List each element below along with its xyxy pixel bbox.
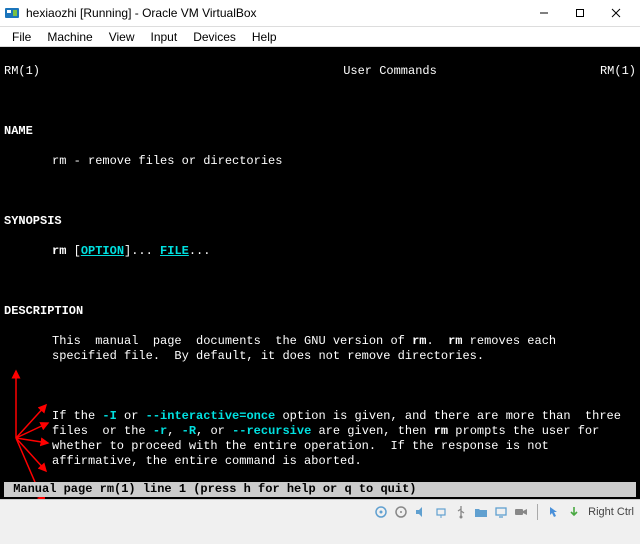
man-statusline: Manual page rm(1) line 1 (press h for he… [4,482,636,497]
host-key-label: Right Ctrl [588,506,634,518]
terminal[interactable]: RM(1)User CommandsRM(1) NAME rm - remove… [0,47,640,499]
man-header-left: RM(1) [4,64,204,79]
section-name: NAME [4,124,636,139]
statusbar: Right Ctrl [0,499,640,523]
optical-icon[interactable] [393,504,409,520]
mouse-integration-icon[interactable] [546,504,562,520]
close-button[interactable] [598,1,634,25]
man-header-center: User Commands [204,64,576,79]
app-icon [4,5,20,21]
display-icon[interactable] [493,504,509,520]
section-synopsis: SYNOPSIS [4,214,636,229]
menu-input[interactable]: Input [143,28,186,46]
name-line: rm - remove files or directories [4,154,636,169]
keyboard-capture-icon[interactable] [566,504,582,520]
minimize-button[interactable] [526,1,562,25]
audio-icon[interactable] [413,504,429,520]
window-title: hexiaozhi [Running] - Oracle VM VirtualB… [26,6,526,20]
menu-machine[interactable]: Machine [39,28,100,46]
shared-folder-icon[interactable] [473,504,489,520]
menu-devices[interactable]: Devices [185,28,244,46]
network-icon[interactable] [433,504,449,520]
menu-view[interactable]: View [101,28,143,46]
usb-icon[interactable] [453,504,469,520]
statusbar-separator [537,504,538,520]
man-header-right: RM(1) [576,64,636,79]
menu-file[interactable]: File [4,28,39,46]
section-description: DESCRIPTION [4,304,636,319]
menubar: File Machine View Input Devices Help [0,27,640,47]
window-controls [526,1,634,25]
recording-icon[interactable] [513,504,529,520]
maximize-button[interactable] [562,1,598,25]
menu-help[interactable]: Help [244,28,285,46]
hdd-icon[interactable] [373,504,389,520]
titlebar: hexiaozhi [Running] - Oracle VM VirtualB… [0,0,640,27]
